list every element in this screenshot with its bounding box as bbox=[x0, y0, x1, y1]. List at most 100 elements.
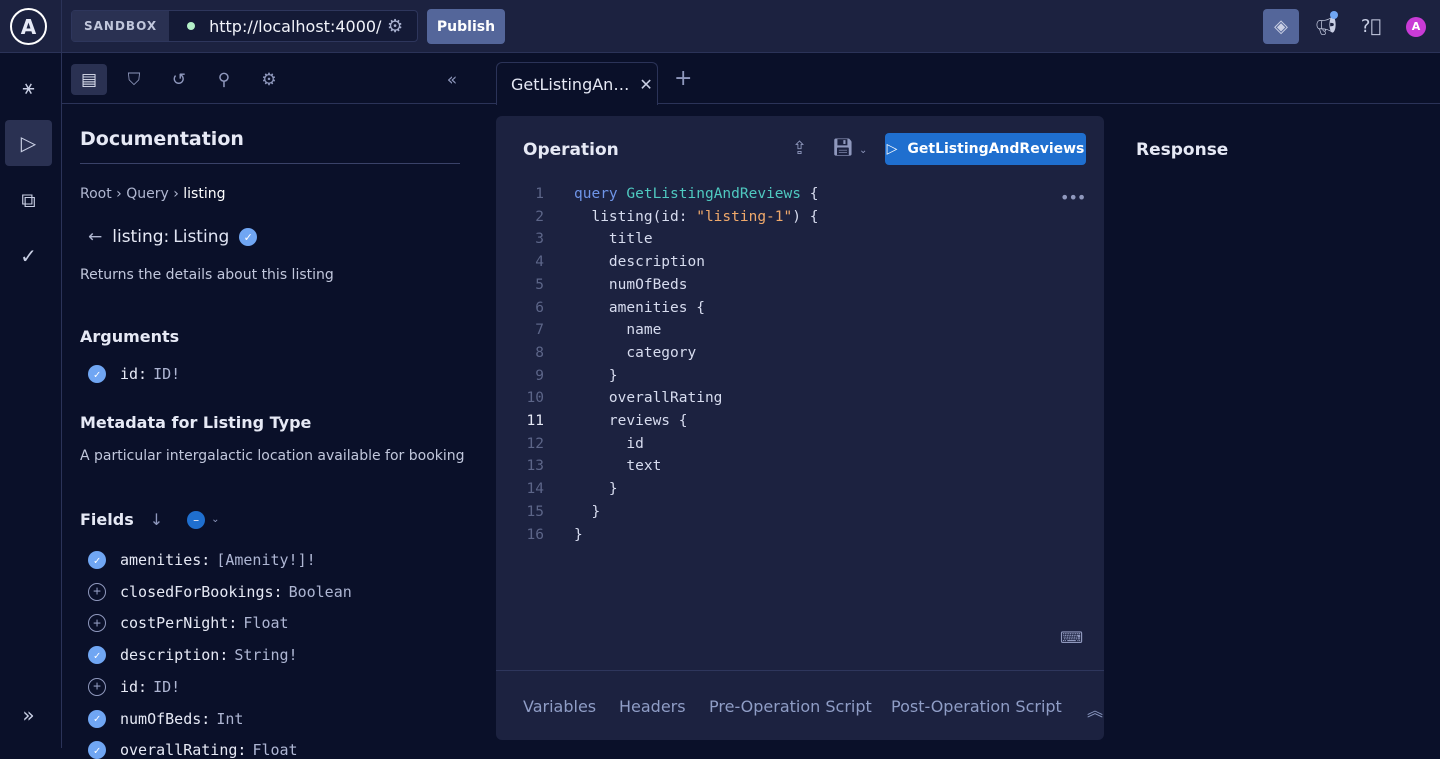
documentation-panel: ▤ ⛉ ↺ ⚲ ⚙ « Documentation Root › Query ›… bbox=[62, 54, 496, 748]
close-icon[interactable]: ✕ bbox=[639, 75, 652, 94]
keyboard-shortcuts-icon[interactable]: ⌨ bbox=[1060, 628, 1083, 647]
bookmark-icon[interactable]: ⛉ bbox=[116, 64, 152, 95]
history-icon[interactable]: ↺ bbox=[161, 64, 197, 95]
field-item[interactable]: ✓numOfBeds:Int bbox=[88, 710, 243, 728]
announcement-icon[interactable]: 📢︎ bbox=[1308, 9, 1344, 44]
breadcrumb-root[interactable]: Root bbox=[80, 186, 112, 202]
layers-icon[interactable]: ◈ bbox=[1263, 9, 1299, 44]
field-item[interactable]: ✓amenities:[Amenity!]! bbox=[88, 551, 316, 569]
code-token: } bbox=[574, 527, 583, 543]
arg-name: id: bbox=[120, 365, 147, 383]
code-line: numOfBeds bbox=[574, 274, 688, 297]
field-item[interactable]: +closedForBookings:Boolean bbox=[88, 583, 352, 601]
code-token: description bbox=[574, 254, 705, 270]
collapse-panel-icon[interactable]: « bbox=[434, 64, 470, 95]
field-heading: ← listing:Listing ✓ bbox=[88, 227, 257, 247]
sort-arrow-icon[interactable]: ↓ bbox=[150, 510, 163, 529]
breadcrumb-listing: listing bbox=[183, 186, 225, 202]
chevron-down-icon[interactable]: ⌄ bbox=[211, 514, 219, 525]
operation-panel: Operation ⇪ 💾︎ ⌄ ▷GetListingAndReviews •… bbox=[496, 116, 1104, 740]
arg-type[interactable]: ID! bbox=[153, 365, 180, 383]
expand-up-icon[interactable]: ︽ bbox=[1087, 697, 1103, 721]
line-number: 9 bbox=[496, 365, 544, 388]
code-line: } bbox=[574, 365, 618, 388]
avatar[interactable]: A bbox=[1398, 9, 1434, 44]
field-item-type[interactable]: Float bbox=[243, 614, 288, 632]
search-icon[interactable]: ⚲ bbox=[206, 64, 242, 95]
code-token: text bbox=[574, 458, 661, 474]
selected-check-icon[interactable]: ✓ bbox=[239, 228, 257, 246]
help-icon[interactable]: ?⃝ bbox=[1353, 9, 1389, 44]
tab-post-operation-script[interactable]: Post-Operation Script bbox=[891, 697, 1062, 716]
endpoint-url-box[interactable]: SANDBOX http://localhost:4000/ ⚙ bbox=[71, 10, 418, 42]
code-token: GetListingAndReviews bbox=[626, 186, 801, 202]
check-icon[interactable]: ✓ bbox=[88, 646, 106, 664]
chevron-down-icon[interactable]: ⌄ bbox=[859, 145, 867, 156]
field-item[interactable]: +costPerNight:Float bbox=[88, 614, 289, 632]
run-operation-button[interactable]: ▷GetListingAndReviews bbox=[885, 133, 1086, 165]
response-title: Response bbox=[1136, 140, 1228, 160]
field-item-type[interactable]: String! bbox=[234, 646, 297, 664]
line-number: 10 bbox=[496, 387, 544, 410]
top-bar: A SANDBOX http://localhost:4000/ ⚙ Publi… bbox=[0, 0, 1440, 53]
deselect-all-icon[interactable]: – bbox=[187, 511, 205, 529]
argument-item[interactable]: ✓ id: ID! bbox=[88, 365, 180, 383]
field-item-type[interactable]: [Amenity!]! bbox=[216, 551, 315, 569]
apollo-logo[interactable]: A bbox=[10, 8, 47, 45]
checks-icon[interactable]: ✓ bbox=[5, 233, 52, 279]
tab-headers[interactable]: Headers bbox=[619, 697, 686, 716]
reference-docs-icon[interactable]: ⧉ bbox=[5, 177, 52, 223]
publish-button[interactable]: Publish bbox=[427, 9, 505, 44]
share-icon[interactable]: ⇪ bbox=[792, 138, 807, 159]
check-icon[interactable]: ✓ bbox=[88, 741, 106, 759]
code-token: listing(id: bbox=[574, 209, 696, 225]
field-item-type[interactable]: ID! bbox=[153, 678, 180, 696]
breadcrumb-query[interactable]: Query bbox=[126, 186, 169, 202]
code-line: listing(id: "listing-1") { bbox=[574, 206, 818, 229]
line-number: 11 bbox=[496, 410, 544, 433]
expand-sidebar-icon[interactable]: » bbox=[5, 692, 52, 738]
explorer-play-icon[interactable]: ▷ bbox=[5, 120, 52, 166]
check-icon[interactable]: ✓ bbox=[88, 365, 106, 383]
tab-variables[interactable]: Variables bbox=[523, 697, 596, 716]
check-icon[interactable]: ✓ bbox=[88, 551, 106, 569]
code-token: name bbox=[574, 322, 661, 338]
code-line: description bbox=[574, 251, 705, 274]
endpoint-url[interactable]: http://localhost:4000/ bbox=[209, 17, 387, 36]
field-item-type[interactable]: Boolean bbox=[289, 583, 352, 601]
code-token: } bbox=[574, 481, 618, 497]
add-tab-icon[interactable]: + bbox=[674, 66, 692, 91]
add-icon[interactable]: + bbox=[88, 583, 106, 601]
tab-label: GetListingAn… bbox=[511, 75, 629, 94]
back-arrow-icon[interactable]: ← bbox=[88, 227, 102, 247]
add-icon[interactable]: + bbox=[88, 614, 106, 632]
field-item-type[interactable]: Int bbox=[216, 710, 243, 728]
field-item[interactable]: ✓ overallRating: Float bbox=[88, 741, 298, 759]
code-token: reviews { bbox=[574, 413, 688, 429]
code-token: numOfBeds bbox=[574, 277, 688, 293]
sandbox-label: SANDBOX bbox=[72, 11, 169, 41]
line-number: 14 bbox=[496, 478, 544, 501]
settings-gear-icon[interactable]: ⚙ bbox=[251, 64, 287, 95]
tab-getlistingandreviews[interactable]: GetListingAn… ✕ bbox=[496, 62, 658, 105]
field-item[interactable]: ✓description:String! bbox=[88, 646, 298, 664]
code-line: category bbox=[574, 342, 696, 365]
field-name: listing: bbox=[112, 227, 169, 247]
field-type[interactable]: Listing bbox=[173, 227, 229, 247]
code-line: title bbox=[574, 228, 653, 251]
line-number: 13 bbox=[496, 455, 544, 478]
save-icon[interactable]: 💾︎ ⌄ bbox=[832, 138, 867, 158]
field-item-name: overallRating: bbox=[120, 741, 246, 759]
line-number: 12 bbox=[496, 433, 544, 456]
doc-title: Documentation bbox=[80, 128, 244, 150]
tab-pre-operation-script[interactable]: Pre-Operation Script bbox=[709, 697, 872, 716]
doc-toolbar: ▤ ⛉ ↺ ⚲ ⚙ « bbox=[62, 54, 496, 104]
schema-graph-icon[interactable]: ⚹ bbox=[5, 64, 52, 110]
add-icon[interactable]: + bbox=[88, 678, 106, 696]
documentation-icon[interactable]: ▤ bbox=[71, 64, 107, 95]
connection-settings-gear-icon[interactable]: ⚙ bbox=[387, 16, 417, 37]
field-item-type[interactable]: Float bbox=[252, 741, 297, 759]
field-item[interactable]: +id:ID! bbox=[88, 678, 180, 696]
check-icon[interactable]: ✓ bbox=[88, 710, 106, 728]
more-options-icon[interactable]: ••• bbox=[1060, 188, 1085, 207]
